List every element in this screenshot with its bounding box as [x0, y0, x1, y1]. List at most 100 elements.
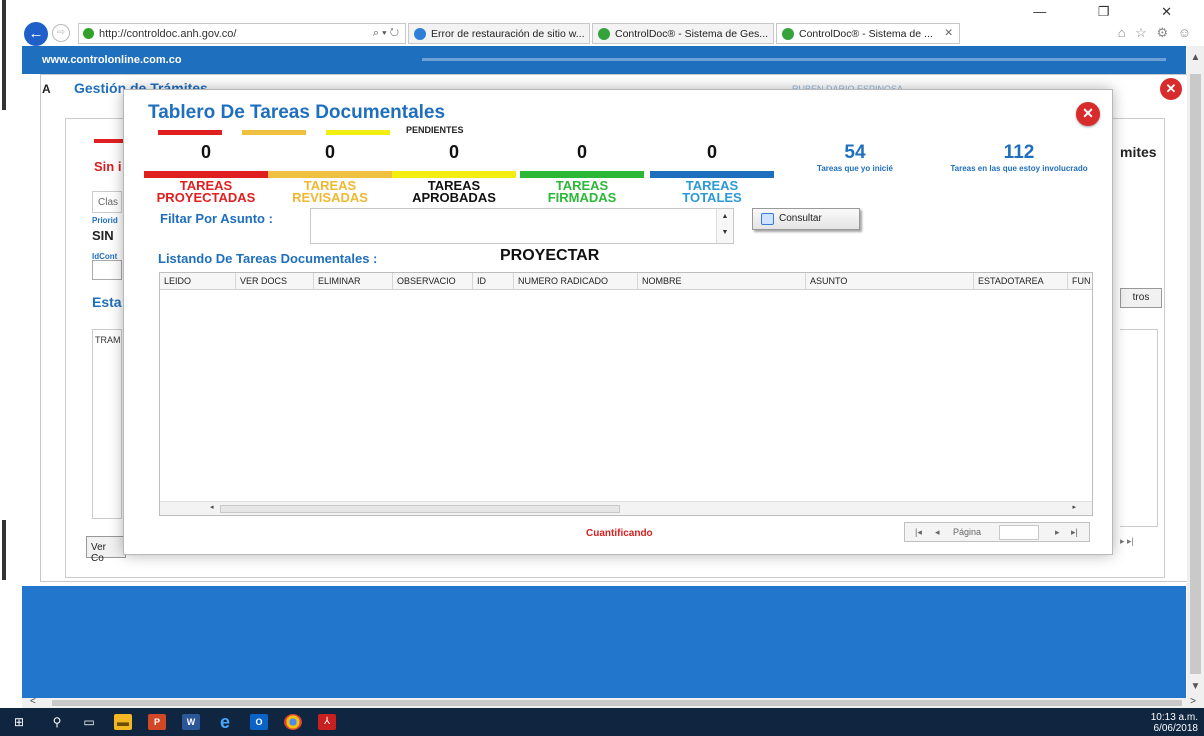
browser-tab-3[interactable]: ControlDoc® - Sistema de ... ✕ — [776, 23, 960, 44]
stage-label-line2: REVISADAS — [292, 190, 368, 205]
site-name: www.controlonline.com.co — [42, 54, 182, 66]
pager: |◂ ◂ Página ▸ ▸| — [904, 522, 1090, 542]
legend-orange-bar — [242, 130, 306, 135]
count-aprobadas: 0 — [448, 142, 459, 162]
ie-icon — [414, 28, 426, 40]
stage-firmadas[interactable]: TAREAS FIRMADAS — [520, 179, 644, 204]
col-eliminar[interactable]: ELIMINAR — [314, 273, 393, 290]
scroll-thumb[interactable] — [220, 505, 620, 513]
bg-ver-button[interactable]: Ver Co — [86, 536, 126, 564]
prev-page-button[interactable]: ◂ — [935, 527, 940, 538]
count-proyectadas: 0 — [200, 142, 211, 162]
site-header: www.controlonline.com.co — [22, 46, 1186, 74]
col-fun[interactable]: FUN — [1068, 273, 1092, 290]
bg-sin: Sin i — [94, 159, 122, 174]
close-icon[interactable]: ✕ — [1076, 102, 1100, 126]
stat-involved-value[interactable]: 112 — [934, 142, 1104, 164]
task-dashboard-modal: Tablero De Tareas Documentales ✕ PENDIEN… — [124, 90, 1112, 554]
search-icon[interactable]: ⚲ — [48, 714, 66, 730]
stage-totales[interactable]: TAREAS TOTALES — [650, 179, 774, 205]
scroll-up-icon[interactable]: ▲ — [1187, 52, 1204, 63]
col-ver-docs[interactable]: VER DOCS — [236, 273, 314, 290]
bg-idcont-input[interactable] — [92, 260, 122, 280]
bar-revisadas — [268, 171, 392, 178]
tab-label: Error de restauración de sitio w... — [431, 28, 585, 40]
bg-estado-label: Esta — [92, 294, 122, 310]
browser-tab-2[interactable]: ControlDoc® - Sistema de Ges... — [592, 23, 774, 44]
browser-chrome: ← ⇨ http://controldoc.anh.gov.co/ ⌕ ▾ ↻ … — [8, 0, 1204, 46]
site-icon — [83, 28, 94, 39]
window-controls[interactable]: — ❐ ✕ — [1033, 4, 1196, 20]
col-id[interactable]: ID — [473, 273, 514, 290]
scroll-left-icon[interactable]: ◂ — [210, 503, 214, 511]
tab-label: ControlDoc® - Sistema de ... — [799, 28, 933, 40]
controldoc-icon — [782, 28, 794, 40]
count-firmadas: 0 — [576, 142, 587, 162]
stat-initiated-value[interactable]: 54 — [800, 142, 910, 164]
col-observacion[interactable]: OBSERVACIO — [393, 273, 473, 290]
chrome-icon[interactable] — [284, 714, 302, 730]
horizontal-scroll-thumb[interactable] — [52, 700, 1182, 706]
scroll-right-icon[interactable]: ▸ — [1072, 503, 1076, 511]
bg-red-bar — [94, 139, 128, 143]
page-horizontal-scrollbar[interactable]: < > — [22, 696, 1204, 708]
internet-explorer-icon[interactable]: e — [216, 713, 234, 731]
background-close-icon[interactable]: ✕ — [1160, 78, 1182, 100]
stage-aprobadas[interactable]: TAREAS APROBADAS — [392, 179, 516, 204]
scroll-right-icon[interactable]: > — [1190, 696, 1196, 707]
bar-aprobadas — [392, 171, 516, 178]
outlook-icon[interactable]: O — [250, 714, 268, 730]
powerpoint-icon[interactable]: P — [148, 714, 166, 730]
consult-button[interactable]: Consultar — [752, 208, 860, 230]
col-leido[interactable]: LEIDO — [160, 273, 236, 290]
modal-title: Tablero De Tareas Documentales — [148, 102, 446, 123]
col-numero-radicado[interactable]: NUMERO RADICADO — [514, 273, 638, 290]
col-nombre[interactable]: NOMBRE — [638, 273, 806, 290]
page-vertical-scrollbar[interactable]: ▲ ▼ — [1187, 46, 1204, 698]
tab-label: ControlDoc® - Sistema de Ges... — [615, 28, 769, 40]
toolbar-icons[interactable]: ⌂ ☆ ⚙ ☺ — [1118, 25, 1194, 41]
acrobat-icon[interactable]: ⅄ — [318, 714, 336, 730]
file-explorer-icon[interactable]: ▬ — [114, 714, 132, 730]
forward-button[interactable]: ⇨ — [52, 24, 70, 42]
col-estadotarea[interactable]: ESTADOTAREA — [974, 273, 1068, 290]
stage-revisadas[interactable]: TAREAS REVISADAS — [268, 179, 392, 205]
filter-label: Filtar Por Asunto : — [160, 211, 273, 226]
scroll-down-icon[interactable]: ▼ — [1187, 681, 1204, 692]
stage-label-line2: TOTALES — [682, 190, 742, 205]
stat-initiated-label: Tareas que yo inicié — [817, 164, 893, 173]
list-mode: PROYECTAR — [500, 247, 600, 264]
windows-start-icon[interactable]: ⊞ — [10, 714, 28, 730]
stat-involved-label: Tareas en las que estoy involucrado — [950, 164, 1088, 173]
status-text: Cuantificando — [586, 528, 653, 539]
col-asunto[interactable]: ASUNTO — [806, 273, 974, 290]
close-tab-icon[interactable]: ✕ — [944, 27, 953, 39]
count-revisadas: 0 — [324, 142, 335, 162]
next-page-button[interactable]: ▸ — [1055, 527, 1060, 538]
search-refresh-icons[interactable]: ⌕ ▾ ↻ — [373, 27, 399, 40]
address-bar[interactable]: http://controldoc.anh.gov.co/ ⌕ ▾ ↻ — [78, 23, 406, 44]
stage-proyectadas[interactable]: TAREAS PROYECTADAS — [144, 179, 268, 204]
browser-tab-1[interactable]: Error de restauración de sitio w... — [408, 23, 590, 44]
back-button[interactable]: ← — [24, 22, 48, 46]
legend-red-bar — [158, 130, 222, 135]
bg-otros-button[interactable]: tros — [1120, 288, 1162, 308]
grid-horizontal-scrollbar[interactable]: ◂ ▸ — [160, 501, 1092, 515]
bg-pager[interactable]: ▸ ▸| — [1120, 536, 1134, 547]
bg-clasificacion-select[interactable]: Clas — [92, 191, 122, 213]
word-icon[interactable]: W — [182, 714, 200, 730]
subject-filter-input[interactable] — [310, 208, 734, 244]
last-page-button[interactable]: ▸| — [1071, 527, 1078, 538]
filter-scrollbar[interactable]: ▲ ▼ — [716, 209, 733, 243]
left-edge — [0, 0, 8, 708]
page-number-input[interactable] — [999, 525, 1039, 540]
scroll-left-icon[interactable]: < — [30, 696, 36, 707]
vertical-scroll-thumb[interactable] — [1190, 74, 1201, 674]
search-icon — [761, 213, 774, 225]
task-view-icon[interactable]: ▭ — [80, 714, 98, 730]
page-label: Página — [953, 527, 982, 537]
legend-yellow-bar — [326, 130, 390, 135]
system-clock[interactable]: 10:13 a.m. 6/06/2018 — [1151, 712, 1198, 734]
first-page-button[interactable]: |◂ — [915, 527, 922, 538]
tasks-grid[interactable]: LEIDO VER DOCS ELIMINAR OBSERVACIO ID NU… — [159, 272, 1093, 516]
